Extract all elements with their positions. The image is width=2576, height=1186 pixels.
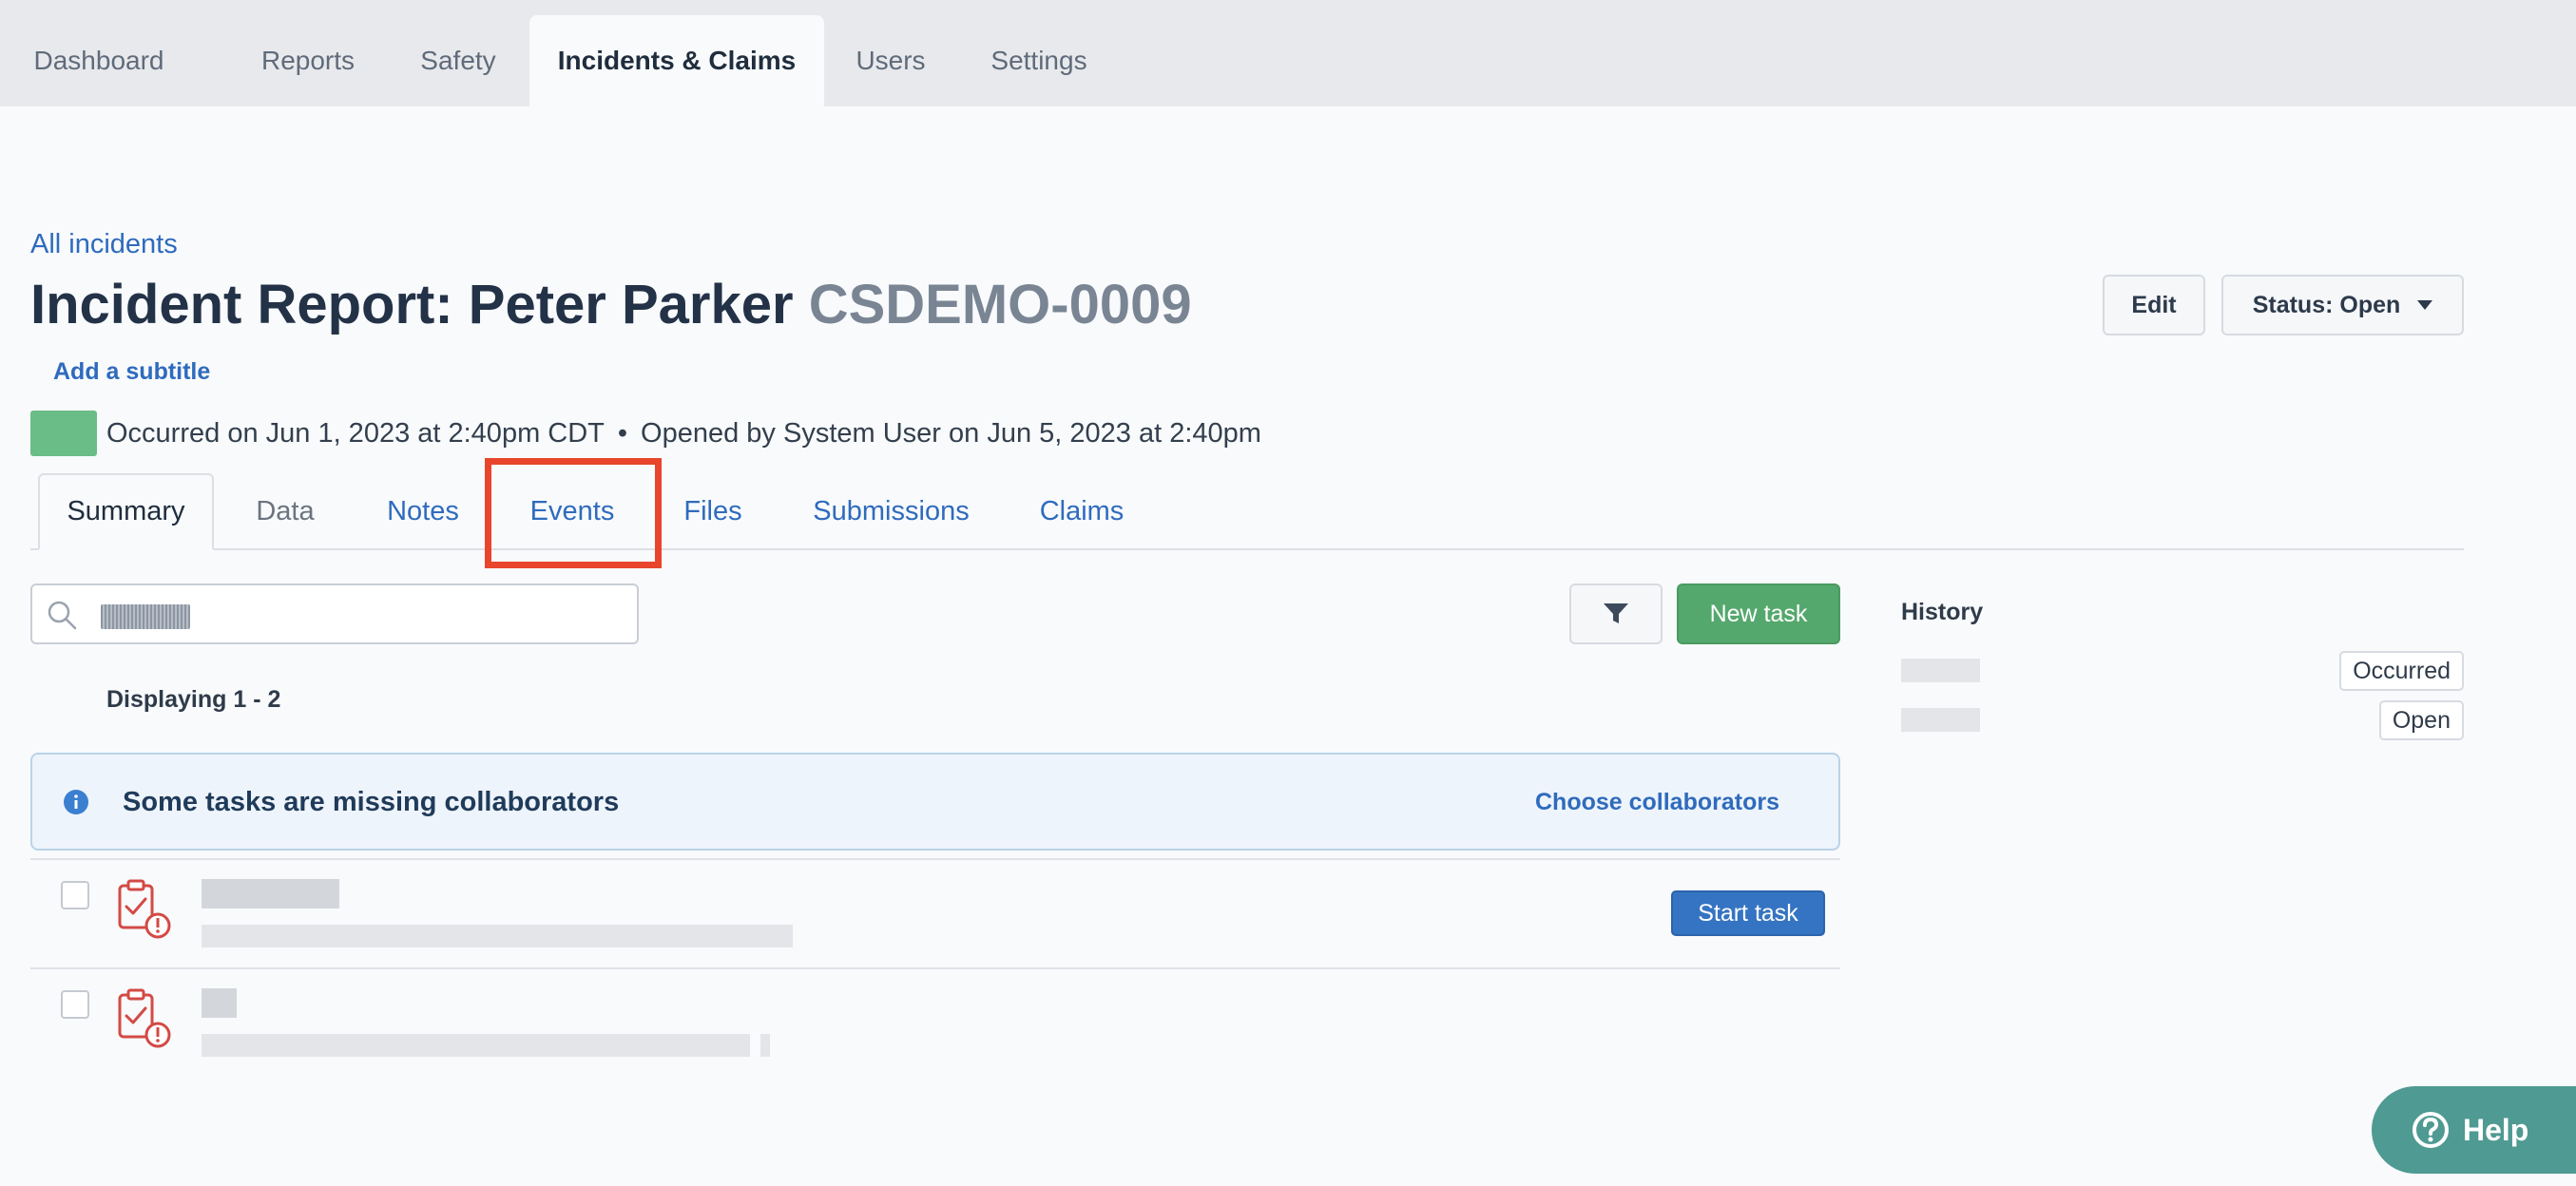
history-date-redacted bbox=[1901, 708, 1980, 732]
incident-meta: Occurred on Jun 1, 2023 at 2:40pm CDT • … bbox=[30, 411, 1261, 456]
history-badge-open: Open bbox=[2378, 700, 2464, 740]
nav-tab-incidents-claims[interactable]: Incidents & Claims bbox=[529, 15, 824, 106]
row-divider bbox=[30, 858, 1840, 860]
nav-tab-settings[interactable]: Settings bbox=[981, 15, 1097, 106]
help-label: Help bbox=[2463, 1112, 2529, 1147]
opened-text: Opened by System User on Jun 5, 2023 at … bbox=[641, 417, 1261, 449]
row-divider bbox=[30, 967, 1840, 969]
info-icon bbox=[64, 790, 88, 814]
task-checkbox[interactable] bbox=[61, 881, 89, 909]
status-dropdown[interactable]: Status: Open bbox=[2221, 275, 2464, 335]
displaying-count: Displaying 1 - 2 bbox=[106, 686, 281, 713]
clipboard-alert-icon bbox=[118, 879, 171, 939]
status-color-swatch bbox=[30, 411, 97, 456]
task-checkbox[interactable] bbox=[61, 990, 89, 1019]
alert-message: Some tasks are missing collaborators bbox=[123, 787, 620, 817]
tab-summary[interactable]: Summary bbox=[38, 473, 214, 550]
page-title-text: Incident Report: Peter Parker bbox=[30, 274, 794, 335]
filter-icon bbox=[1604, 603, 1628, 623]
task-title-redacted bbox=[202, 879, 339, 909]
breadcrumb-all-incidents[interactable]: All incidents bbox=[30, 229, 178, 260]
status-label: Status: Open bbox=[2252, 291, 2401, 318]
nav-tab-dashboard[interactable]: Dashboard bbox=[30, 15, 167, 106]
history-badge-occurred: Occurred bbox=[2339, 651, 2464, 691]
choose-collaborators-link[interactable]: Choose collaborators bbox=[1535, 789, 1779, 816]
filter-button[interactable] bbox=[1569, 583, 1663, 644]
meta-separator: • bbox=[617, 417, 628, 449]
start-task-button[interactable]: Start task bbox=[1671, 890, 1825, 936]
clipboard-alert-icon bbox=[118, 988, 171, 1048]
help-button[interactable]: Help bbox=[2372, 1086, 2576, 1174]
occurred-text: Occurred on Jun 1, 2023 at 2:40pm CDT bbox=[106, 417, 605, 449]
tab-submissions[interactable]: Submissions bbox=[803, 473, 979, 550]
tab-notes[interactable]: Notes bbox=[371, 473, 475, 550]
events-tab-highlight bbox=[485, 458, 662, 568]
task-description-redacted bbox=[202, 925, 793, 947]
nav-tab-users[interactable]: Users bbox=[848, 15, 933, 106]
task-description-redacted bbox=[202, 1034, 750, 1057]
top-nav: Dashboard Reports Safety Incidents & Cla… bbox=[0, 0, 2576, 106]
new-task-button[interactable]: New task bbox=[1677, 583, 1840, 644]
search-placeholder-redacted bbox=[101, 604, 190, 629]
task-title-redacted bbox=[202, 988, 237, 1018]
nav-tab-safety[interactable]: Safety bbox=[411, 15, 506, 106]
history-date-redacted bbox=[1901, 659, 1980, 682]
tab-files[interactable]: Files bbox=[670, 473, 756, 550]
tab-data[interactable]: Data bbox=[238, 473, 333, 550]
incident-id: CSDEMO-0009 bbox=[808, 274, 1192, 335]
tab-claims[interactable]: Claims bbox=[1031, 473, 1132, 550]
history-title: History bbox=[1901, 599, 1984, 625]
question-circle-icon bbox=[2413, 1112, 2449, 1148]
nav-tab-reports[interactable]: Reports bbox=[243, 15, 373, 106]
page-title: Incident Report: Peter Parker CSDEMO-000… bbox=[30, 273, 1192, 336]
add-subtitle-link[interactable]: Add a subtitle bbox=[53, 358, 210, 386]
task-search-input[interactable] bbox=[30, 583, 639, 644]
caret-down-icon bbox=[2417, 300, 2433, 310]
edit-button[interactable]: Edit bbox=[2103, 275, 2205, 335]
task-description-redacted bbox=[760, 1034, 770, 1057]
missing-collaborators-alert: Some tasks are missing collaborators Cho… bbox=[30, 753, 1840, 851]
search-icon bbox=[48, 601, 77, 630]
